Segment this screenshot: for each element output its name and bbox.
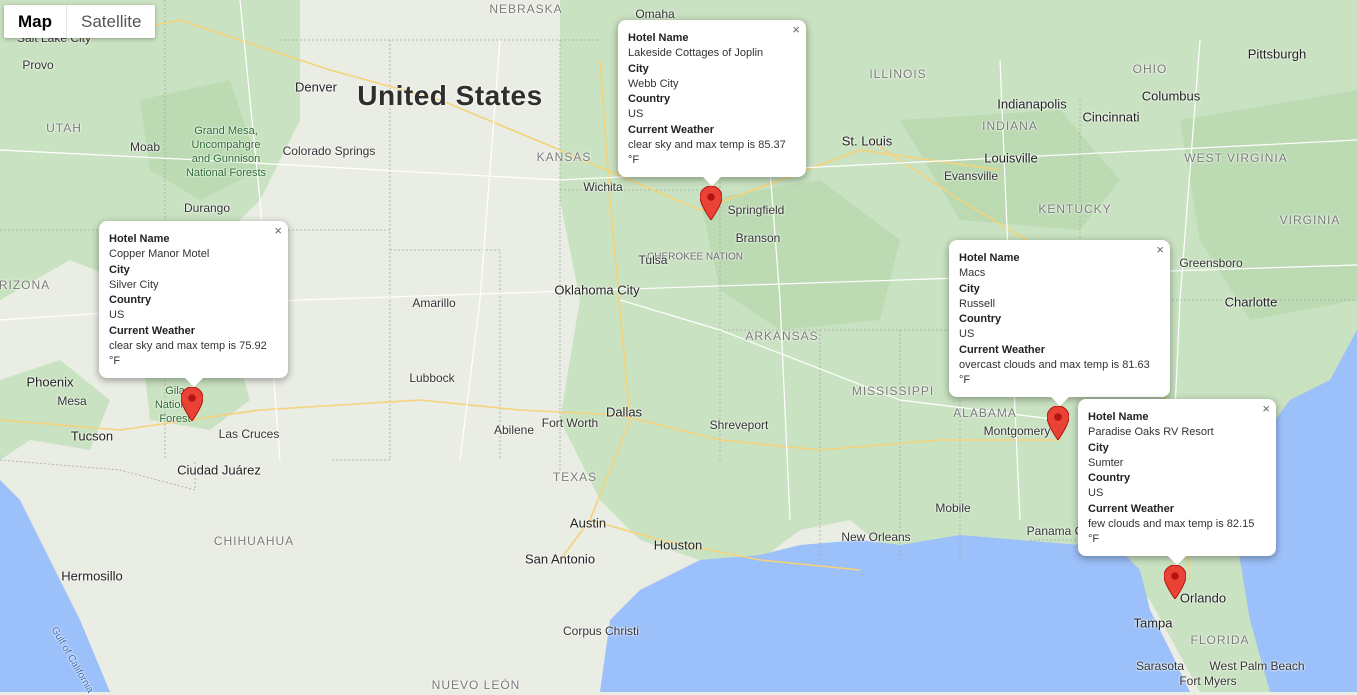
hotel-name-label: Hotel Name [959,252,1020,264]
hotel-name-value: Paradise Oaks RV Resort [1088,426,1214,439]
hotel-name-label: Hotel Name [109,233,170,245]
hotel-name-value: Copper Manor Motel [109,248,210,261]
country-value: US [628,108,644,121]
country-value: US [959,328,975,341]
country-label: Country [959,313,1002,326]
info-window-sumter: × Hotel Name Paradise Oaks RV Resort Cit… [1078,399,1276,565]
info-window-joplin: × Hotel Name Lakeside Cottages of Joplin… [618,20,806,186]
marker-pin-sumter[interactable] [1164,565,1186,599]
marker-pin-joplin[interactable] [700,186,722,220]
country-label: Country [109,294,152,307]
weather-label: Current Weather [1088,502,1174,515]
city-label: City [109,263,130,276]
close-icon[interactable]: × [792,23,800,37]
hotel-name-label: Hotel Name [628,32,689,44]
city-label: City [959,282,980,295]
weather-value: few clouds and max temp is 82.15 °F [1088,518,1255,546]
city-value: Webb City [628,77,679,90]
info-window-silver-city: × Hotel Name Copper Manor Motel City Sil… [99,221,288,387]
city-value: Sumter [1088,456,1124,469]
weather-label: Current Weather [959,343,1045,356]
map-type-control: Map Satellite [4,5,156,38]
city-value: Silver City [109,278,159,291]
marker-pin-silver-city[interactable] [181,387,203,421]
city-label: City [628,62,649,75]
hotel-name-value: Lakeside Cottages of Joplin [628,47,764,60]
weather-value: clear sky and max temp is 85.37 °F [628,139,786,167]
map-type-satellite-button[interactable]: Satellite [67,5,155,38]
close-icon[interactable]: × [1156,243,1164,257]
info-window-russell: × Hotel Name Macs City Russell Country U… [949,240,1170,406]
map-type-map-button[interactable]: Map [4,5,66,38]
close-icon[interactable]: × [274,224,282,238]
country-label: Country [1088,472,1131,485]
country-label: Country [628,93,671,106]
city-label: City [1088,441,1109,454]
marker-pin-russell[interactable] [1047,406,1069,440]
country-value: US [1088,487,1104,500]
country-value: US [109,309,125,322]
weather-label: Current Weather [109,324,195,337]
weather-label: Current Weather [628,123,714,136]
hotel-name-label: Hotel Name [1088,411,1149,423]
weather-value: clear sky and max temp is 75.92 °F [109,340,267,368]
weather-value: overcast clouds and max temp is 81.63 °F [959,359,1150,387]
hotel-name-value: Macs [959,267,986,280]
close-icon[interactable]: × [1262,402,1270,416]
city-value: Russell [959,297,996,310]
